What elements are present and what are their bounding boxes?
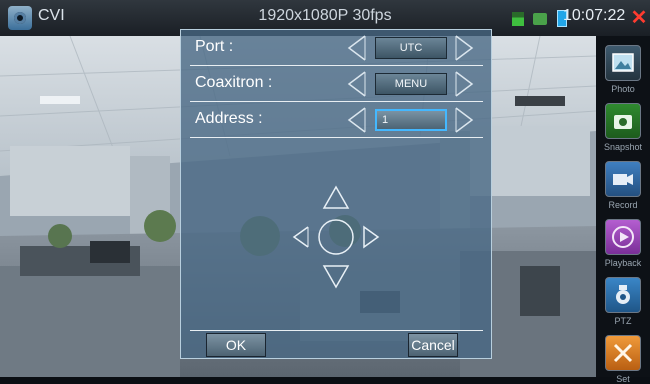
address-label: Address :	[195, 110, 263, 127]
cancel-button[interactable]: Cancel	[408, 333, 458, 357]
address-next-arrow-icon[interactable]	[452, 105, 476, 135]
address-prev-arrow-icon[interactable]	[345, 105, 369, 135]
record-button[interactable]: Record	[596, 161, 650, 210]
coaxitron-value-field[interactable]: MENU	[375, 73, 447, 95]
playback-button[interactable]: Playback	[596, 219, 650, 268]
close-icon[interactable]: ✕	[630, 8, 648, 28]
port-next-arrow-icon[interactable]	[452, 33, 476, 63]
ptz-left-arrow-icon[interactable]	[292, 226, 309, 248]
record-label: Record	[608, 200, 638, 210]
ptz-down-arrow-icon[interactable]	[322, 265, 350, 289]
ptz-button[interactable]: PTZ	[596, 277, 650, 326]
ptz-settings-dialog: Port : UTC Coaxitron : MENU Address : 1 …	[180, 29, 492, 359]
photo-label: Photo	[611, 84, 635, 94]
port-label: Port :	[195, 38, 234, 55]
playback-label: Playback	[604, 258, 642, 268]
coaxitron-label: Coaxitron :	[195, 74, 273, 91]
camera-icon	[605, 103, 641, 139]
photo-button[interactable]: Photo	[596, 45, 650, 94]
coaxitron-row: Coaxitron : MENU	[190, 67, 483, 102]
ptz-label: PTZ	[614, 316, 632, 326]
footer-divider	[190, 330, 483, 331]
video-camera-icon	[605, 161, 641, 197]
play-icon	[605, 219, 641, 255]
snapshot-label: Snapshot	[603, 142, 643, 152]
set-label: Set	[616, 374, 630, 384]
port-value-field[interactable]: UTC	[375, 37, 447, 59]
address-row: Address : 1	[190, 103, 483, 138]
ptz-direction-pad	[292, 185, 380, 289]
snapshot-button[interactable]: Snapshot	[596, 103, 650, 152]
tools-icon	[605, 335, 641, 371]
address-input[interactable]: 1	[375, 109, 447, 131]
coaxitron-next-arrow-icon[interactable]	[452, 69, 476, 99]
port-row: Port : UTC	[190, 31, 483, 66]
ok-button[interactable]: OK	[206, 333, 266, 357]
coaxitron-prev-arrow-icon[interactable]	[345, 69, 369, 99]
side-toolbar: Photo Snapshot Record Playback PTZ Set	[596, 36, 650, 384]
clock: 10:07:22	[563, 7, 626, 24]
ptz-camera-icon	[605, 277, 641, 313]
ptz-right-arrow-icon[interactable]	[363, 225, 380, 249]
port-prev-arrow-icon[interactable]	[345, 33, 369, 63]
network-icon	[533, 12, 548, 25]
ptz-center-button[interactable]	[318, 219, 354, 255]
ptz-up-arrow-icon[interactable]	[322, 185, 350, 209]
photo-icon	[605, 45, 641, 81]
signal-icon	[512, 11, 524, 26]
